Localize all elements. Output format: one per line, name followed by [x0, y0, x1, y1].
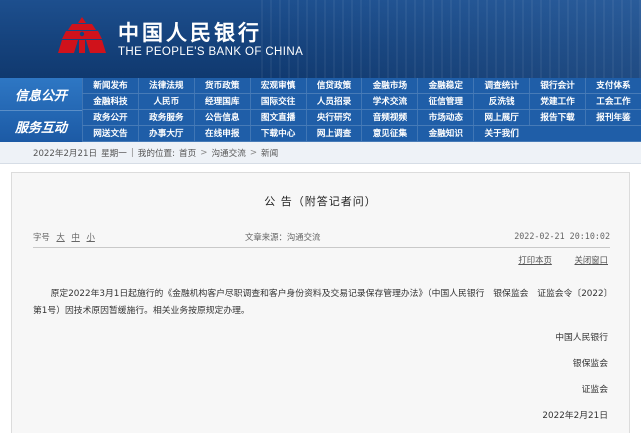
nav-item-credit-reference[interactable]: 征信管理 — [417, 94, 473, 109]
breadcrumb-separator: > — [200, 148, 207, 158]
nav-item-anti-money-laundering[interactable]: 反洗钱 — [473, 94, 529, 109]
nav-row: 新闻发布 法律法规 货币政策 宏观审慎 信贷政策 金融市场 金融稳定 调查统计 … — [82, 78, 641, 94]
nav-item-reports[interactable]: 报告下载 — [529, 110, 585, 125]
nav-item-treasury[interactable]: 经理国库 — [194, 94, 250, 109]
pboc-logo-icon[interactable] — [58, 15, 106, 55]
breadcrumb-weekday: 星期一 — [101, 147, 127, 159]
breadcrumb-divider: | — [131, 148, 134, 158]
breadcrumb: 2022年2月21日 星期一 | 我的位置: 首页 > 沟通交流 > 新闻 — [0, 142, 641, 164]
article-meta: 字号 大 中 小 文章来源：沟通交流 2022-02-21 20:10:02 — [33, 231, 610, 245]
nav-item-academic[interactable]: 学术交流 — [361, 94, 417, 109]
font-size-large-link[interactable]: 大 — [56, 232, 64, 242]
font-size-label: 字号 — [33, 232, 50, 242]
font-size-small-link[interactable]: 小 — [87, 232, 95, 242]
nav-group-service[interactable]: 服务互动 — [0, 110, 82, 142]
breadcrumb-home-link[interactable]: 首页 — [179, 147, 196, 159]
signature-date: 2022年2月21日 — [542, 408, 608, 421]
nav-item-survey[interactable]: 网上调查 — [306, 126, 362, 141]
nav-item-market-news[interactable]: 市场动态 — [417, 110, 473, 125]
bank-name-cn: 中国人民银行 — [118, 17, 262, 47]
article-panel: 公 告（附答记者问） 字号 大 中 小 文章来源：沟通交流 2022-02-21… — [11, 172, 630, 433]
meta-divider — [33, 247, 610, 248]
nav-item-announcements[interactable]: 公告信息 — [194, 110, 250, 125]
article-tools: 打印本页 关闭窗口 — [498, 254, 608, 266]
site-header: 中国人民银行 THE PEOPLE'S BANK OF CHINA — [0, 0, 641, 78]
article-title: 公 告（附答记者问） — [12, 193, 629, 209]
breadcrumb-date: 2022年2月21日 — [33, 147, 97, 159]
nav-item-party-building[interactable]: 党建工作 — [529, 94, 585, 109]
nav-item-accounting[interactable]: 银行会计 — [529, 78, 585, 93]
nav-item-financial-knowledge[interactable]: 金融知识 — [417, 126, 473, 141]
bank-name-en: THE PEOPLE'S BANK OF CHINA — [118, 46, 303, 58]
breadcrumb-communication-link[interactable]: 沟通交流 — [211, 147, 245, 159]
nav-row: 金融科技 人民币 经理国库 国际交往 人员招录 学术交流 征信管理 反洗钱 党建… — [82, 94, 641, 110]
nav-item-payment-system[interactable]: 支付体系 — [585, 78, 641, 93]
nav-item-notices[interactable]: 网送文告 — [82, 126, 138, 141]
nav-item-financial-market[interactable]: 金融市场 — [361, 78, 417, 93]
nav-item-statistics[interactable]: 调查统计 — [473, 78, 529, 93]
nav-item-recruitment[interactable]: 人员招录 — [306, 94, 362, 109]
nav-item-online-exhibit[interactable]: 网上展厅 — [473, 110, 529, 125]
nav-item-downloads[interactable]: 下载中心 — [250, 126, 306, 141]
nav-group-labels: 信息公开 服务互动 — [0, 78, 82, 142]
nav-item-online-filing[interactable]: 在线申报 — [194, 126, 250, 141]
breadcrumb-news-link[interactable]: 新闻 — [261, 147, 278, 159]
breadcrumb-separator: > — [250, 148, 257, 158]
nav-item-union[interactable]: 工会工作 — [585, 94, 641, 109]
font-size-controls: 字号 大 中 小 — [33, 231, 95, 243]
nav-item-media[interactable]: 音频视频 — [361, 110, 417, 125]
nav-item-monetary-policy[interactable]: 货币政策 — [194, 78, 250, 93]
nav-group-info[interactable]: 信息公开 — [0, 78, 82, 110]
font-size-medium-link[interactable]: 中 — [71, 232, 79, 242]
nav-item-live[interactable]: 图文直播 — [250, 110, 306, 125]
nav-item-gov-service[interactable]: 政务服务 — [138, 110, 194, 125]
nav-item-feedback[interactable]: 意见征集 — [361, 126, 417, 141]
nav-row: 网送文告 办事大厅 在线申报 下载中心 网上调查 意见征集 金融知识 关于我们 — [82, 126, 641, 142]
print-page-link[interactable]: 打印本页 — [518, 255, 552, 265]
breadcrumb-prefix: 我的位置: — [138, 147, 175, 159]
main-navigation: 信息公开 服务互动 新闻发布 法律法规 货币政策 宏观审慎 信贷政策 金融市场 … — [0, 78, 641, 142]
article-body: 原定2022年3月1日起施行的《金融机构客户尽职调查和客户身份资料及交易记录保存… — [33, 286, 610, 320]
nav-item-research[interactable]: 央行研究 — [306, 110, 362, 125]
signature-csrc: 证监会 — [582, 382, 608, 395]
nav-item-financial-stability[interactable]: 金融稳定 — [417, 78, 473, 93]
nav-item-gov-disclosure[interactable]: 政务公开 — [82, 110, 138, 125]
nav-item-macroprudential[interactable]: 宏观审慎 — [250, 78, 306, 93]
nav-item-about[interactable]: 关于我们 — [473, 126, 529, 141]
nav-item-service-hall[interactable]: 办事大厅 — [138, 126, 194, 141]
signature-pboc: 中国人民银行 — [555, 330, 608, 343]
nav-item-rmb[interactable]: 人民币 — [138, 94, 194, 109]
close-window-link[interactable]: 关闭窗口 — [575, 255, 609, 265]
nav-item-news[interactable]: 新闻发布 — [82, 78, 138, 93]
nav-item-fintech[interactable]: 金融科技 — [82, 94, 138, 109]
header-background — [261, 0, 641, 78]
nav-item-credit-policy[interactable]: 信贷政策 — [306, 78, 362, 93]
nav-item-international[interactable]: 国际交往 — [250, 94, 306, 109]
article-datetime: 2022-02-21 20:10:02 — [514, 231, 610, 241]
nav-grid: 新闻发布 法律法规 货币政策 宏观审慎 信贷政策 金融市场 金融稳定 调查统计 … — [82, 78, 641, 142]
signature-cbirc: 银保监会 — [573, 356, 608, 369]
article-source: 文章来源：沟通交流 — [245, 231, 320, 243]
nav-item-laws[interactable]: 法律法规 — [138, 78, 194, 93]
nav-row: 政务公开 政务服务 公告信息 图文直播 央行研究 音频视频 市场动态 网上展厅 … — [82, 110, 641, 126]
nav-item-yearbooks[interactable]: 报刊年鉴 — [585, 110, 641, 125]
